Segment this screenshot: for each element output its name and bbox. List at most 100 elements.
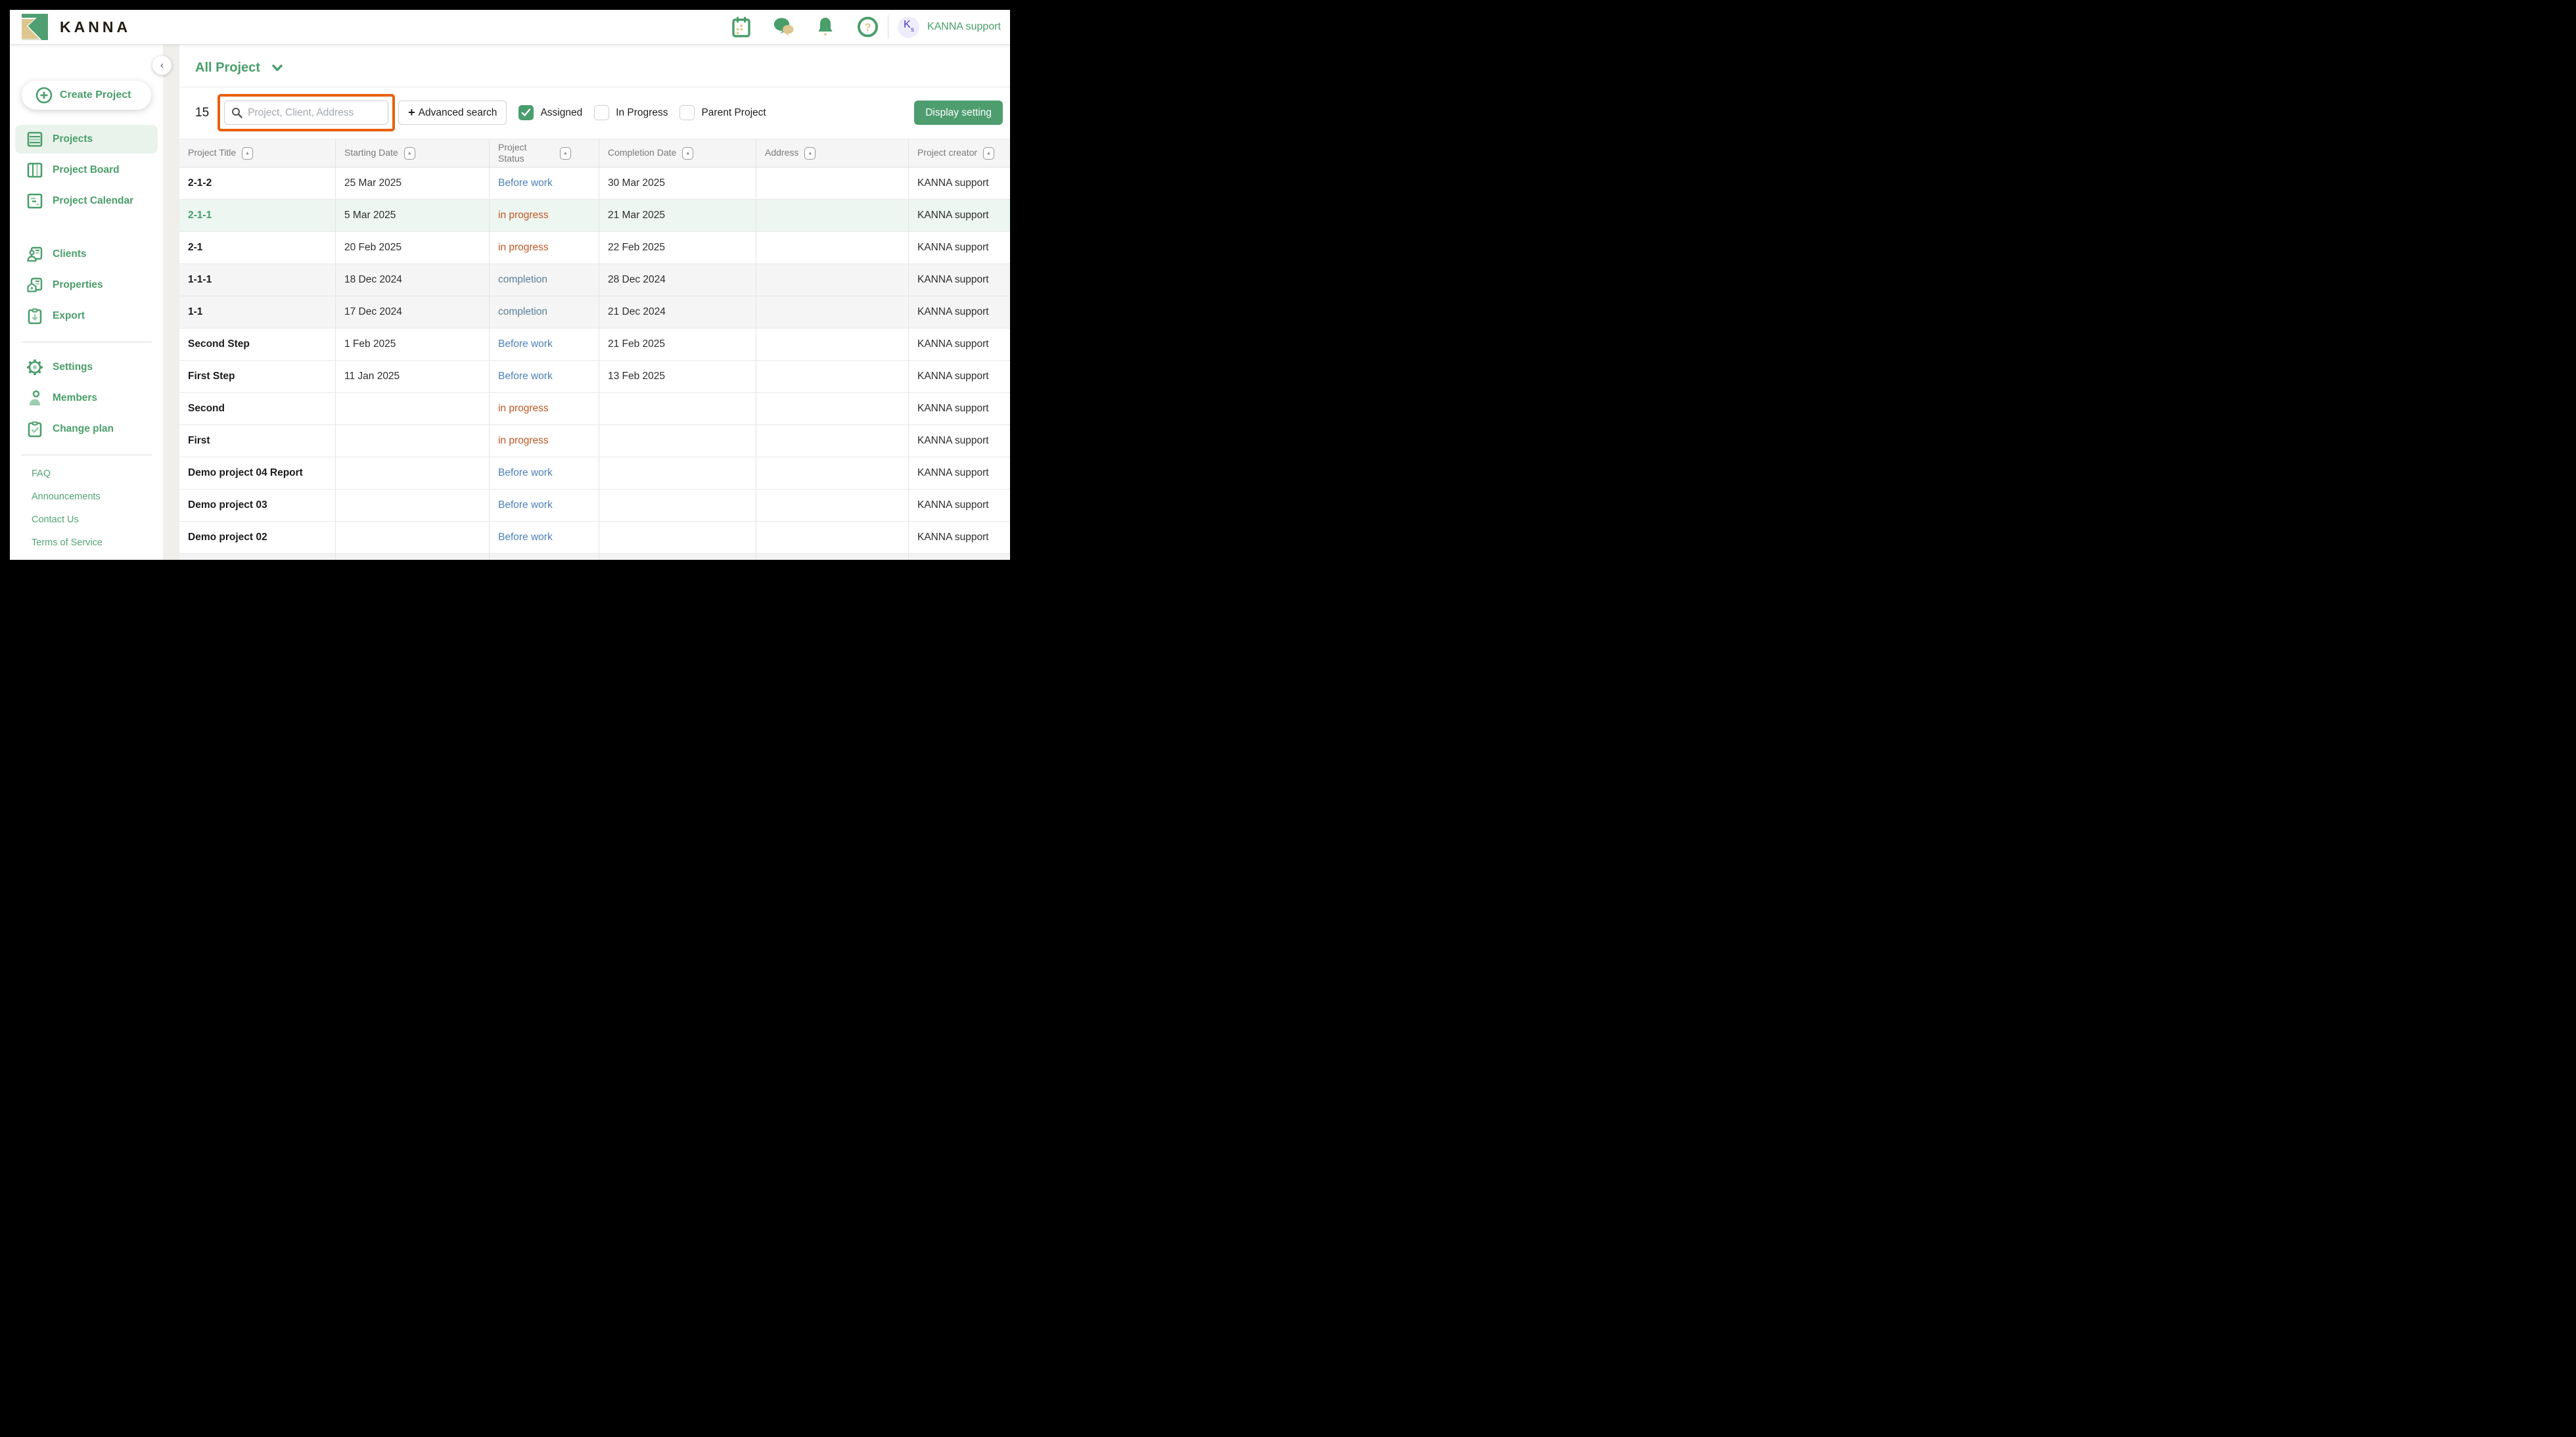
plus-icon: + (408, 106, 415, 120)
sidebar-item-project-calendar[interactable]: Project Calendar (15, 187, 158, 216)
table-row[interactable]: 1-1 17 Dec 2024 completion 21 Dec 2024 K… (179, 296, 1010, 329)
sort-icon[interactable]: ▲ (404, 147, 415, 160)
status-badge: in progress (490, 232, 599, 263)
table-row[interactable]: 1-1-1 18 Dec 2024 completion 28 Dec 2024… (179, 264, 1010, 296)
sidebar-link-announcements[interactable]: Announcements (15, 491, 158, 502)
sort-icon[interactable]: ▲ (804, 147, 816, 160)
result-count: 15 (195, 106, 209, 120)
status-badge: Before work (490, 457, 599, 489)
main-content: All Project 15 (179, 45, 1010, 560)
status-badge: Before work (490, 490, 599, 521)
sidebar-links: FAQ Announcements Contact Us Terms of Se… (15, 468, 158, 548)
calendar-icon (26, 193, 43, 210)
create-project-label: Create Project (60, 89, 131, 101)
filter-parent-project[interactable]: Parent Project (679, 105, 766, 120)
table-row[interactable]: First in progress KANNA support (179, 425, 1010, 457)
table-row[interactable]: 2-1 20 Feb 2025 in progress 22 Feb 2025 … (179, 232, 1010, 264)
sidebar-item-projects[interactable]: Projects (15, 125, 158, 154)
screenshot-frame: KANNA (0, 0, 1025, 575)
status-badge: completion (490, 264, 599, 296)
table-row[interactable]: 2-1-1 5 Mar 2025 in progress 21 Mar 2025… (179, 200, 1010, 232)
brand-wordmark: KANNA (60, 18, 131, 36)
status-badge: completion (490, 296, 599, 328)
kanna-logo-icon (22, 14, 48, 40)
sidebar-item-change-plan[interactable]: Change plan (15, 415, 158, 444)
nav-secondary: Clients Properties (15, 240, 158, 331)
view-selector[interactable]: All Project (195, 59, 1010, 76)
col-header-project-status: Project Status ▲ (490, 139, 599, 167)
sidebar-item-export[interactable]: Export (15, 302, 158, 331)
table-row[interactable]: Second in progress KANNA support (179, 393, 1010, 425)
col-header-project-creator: Project creator ▲ (909, 139, 1010, 167)
sidebar-item-settings[interactable]: Settings (15, 353, 158, 382)
export-icon (26, 308, 43, 325)
kanna-app-window: KANNA (10, 10, 1010, 560)
display-setting-button[interactable]: Display setting (914, 101, 1003, 125)
projects-table: Project Title ▲ Starting Date ▲ Project … (179, 139, 1010, 560)
sidebar-collapse-button[interactable]: ‹ (152, 56, 172, 75)
bell-icon[interactable] (815, 16, 837, 38)
parent-project-checkbox[interactable] (679, 105, 695, 120)
search-field[interactable] (224, 101, 388, 125)
sidebar: Create Project Projects (10, 45, 163, 560)
properties-icon (26, 277, 43, 294)
table-row[interactable]: 2-1-2 25 Mar 2025 Before work 30 Mar 202… (179, 168, 1010, 200)
kanna-logo[interactable]: KANNA (22, 14, 131, 40)
help-icon[interactable]: ? (857, 16, 879, 38)
table-header-row: Project Title ▲ Starting Date ▲ Project … (179, 139, 1010, 168)
filter-assigned[interactable]: Assigned (518, 105, 582, 120)
status-badge: Before work (490, 522, 599, 553)
col-header-address: Address ▲ (756, 139, 909, 167)
table-row[interactable]: Second Step 1 Feb 2025 Before work 21 Fe… (179, 329, 1010, 361)
col-header-project-title: Project Title ▲ (179, 139, 336, 167)
search-input[interactable] (248, 107, 379, 119)
filter-in-progress[interactable]: In Progress (594, 105, 668, 120)
create-project-button[interactable]: Create Project (22, 81, 151, 110)
projects-icon (26, 131, 43, 148)
sidebar-item-members[interactable]: Members (15, 384, 158, 413)
status-badge: Before work (490, 168, 599, 199)
change-plan-icon (26, 421, 43, 438)
sidebar-link-terms[interactable]: Terms of Service (15, 537, 158, 548)
search-icon (231, 107, 242, 118)
table-row[interactable]: Demo project 04 Report Before work KANNA… (179, 457, 1010, 490)
settings-icon (26, 359, 43, 376)
table-row[interactable]: First Step 11 Jan 2025 Before work 13 Fe… (179, 361, 1010, 393)
table-row[interactable]: Demo project 03 Before work KANNA suppor… (179, 490, 1010, 522)
nav-admin: Settings Members Change plan (15, 353, 158, 444)
user-menu[interactable]: K s KANNA support (898, 16, 1001, 38)
table-row-partial[interactable] (179, 554, 1010, 560)
advanced-search-button[interactable]: + Advanced search (398, 101, 507, 125)
sort-icon[interactable]: ▲ (560, 147, 571, 160)
chat-icon[interactable] (773, 16, 794, 38)
chevron-down-icon[interactable] (270, 60, 285, 75)
calendar-icon[interactable] (731, 16, 752, 38)
in-progress-checkbox[interactable] (594, 105, 609, 120)
sidebar-item-project-board[interactable]: Project Board (15, 156, 158, 185)
sidebar-link-faq[interactable]: FAQ (15, 468, 158, 479)
header-icon-group: ? (731, 16, 879, 38)
sort-icon[interactable]: ▲ (242, 147, 253, 160)
sidebar-item-clients[interactable]: Clients (15, 240, 158, 269)
col-header-starting-date: Starting Date ▲ (336, 139, 490, 167)
assigned-checkbox[interactable] (518, 105, 534, 120)
sidebar-link-contact-us[interactable]: Contact Us (15, 514, 158, 525)
nav-primary: Projects Project Board (15, 125, 158, 216)
members-icon (26, 390, 43, 407)
top-header: KANNA (10, 10, 1010, 45)
status-badge: in progress (490, 200, 599, 231)
avatar: K s (898, 16, 919, 38)
view-title[interactable]: All Project (195, 60, 260, 76)
col-header-completion-date: Completion Date ▲ (599, 139, 756, 167)
status-badge: in progress (490, 425, 599, 457)
status-badge: in progress (490, 393, 599, 424)
plus-circle-icon (35, 87, 53, 104)
table-row[interactable]: Demo project 02 Before work KANNA suppor… (179, 522, 1010, 554)
status-badge: Before work (490, 361, 599, 392)
sidebar-item-properties[interactable]: Properties (15, 271, 158, 300)
sort-icon[interactable]: ▲ (983, 147, 994, 160)
check-icon (521, 108, 531, 117)
search-annotation-box (218, 94, 395, 131)
sort-icon[interactable]: ▲ (682, 147, 693, 160)
toolbar: 15 + Advanced search (179, 95, 1010, 130)
